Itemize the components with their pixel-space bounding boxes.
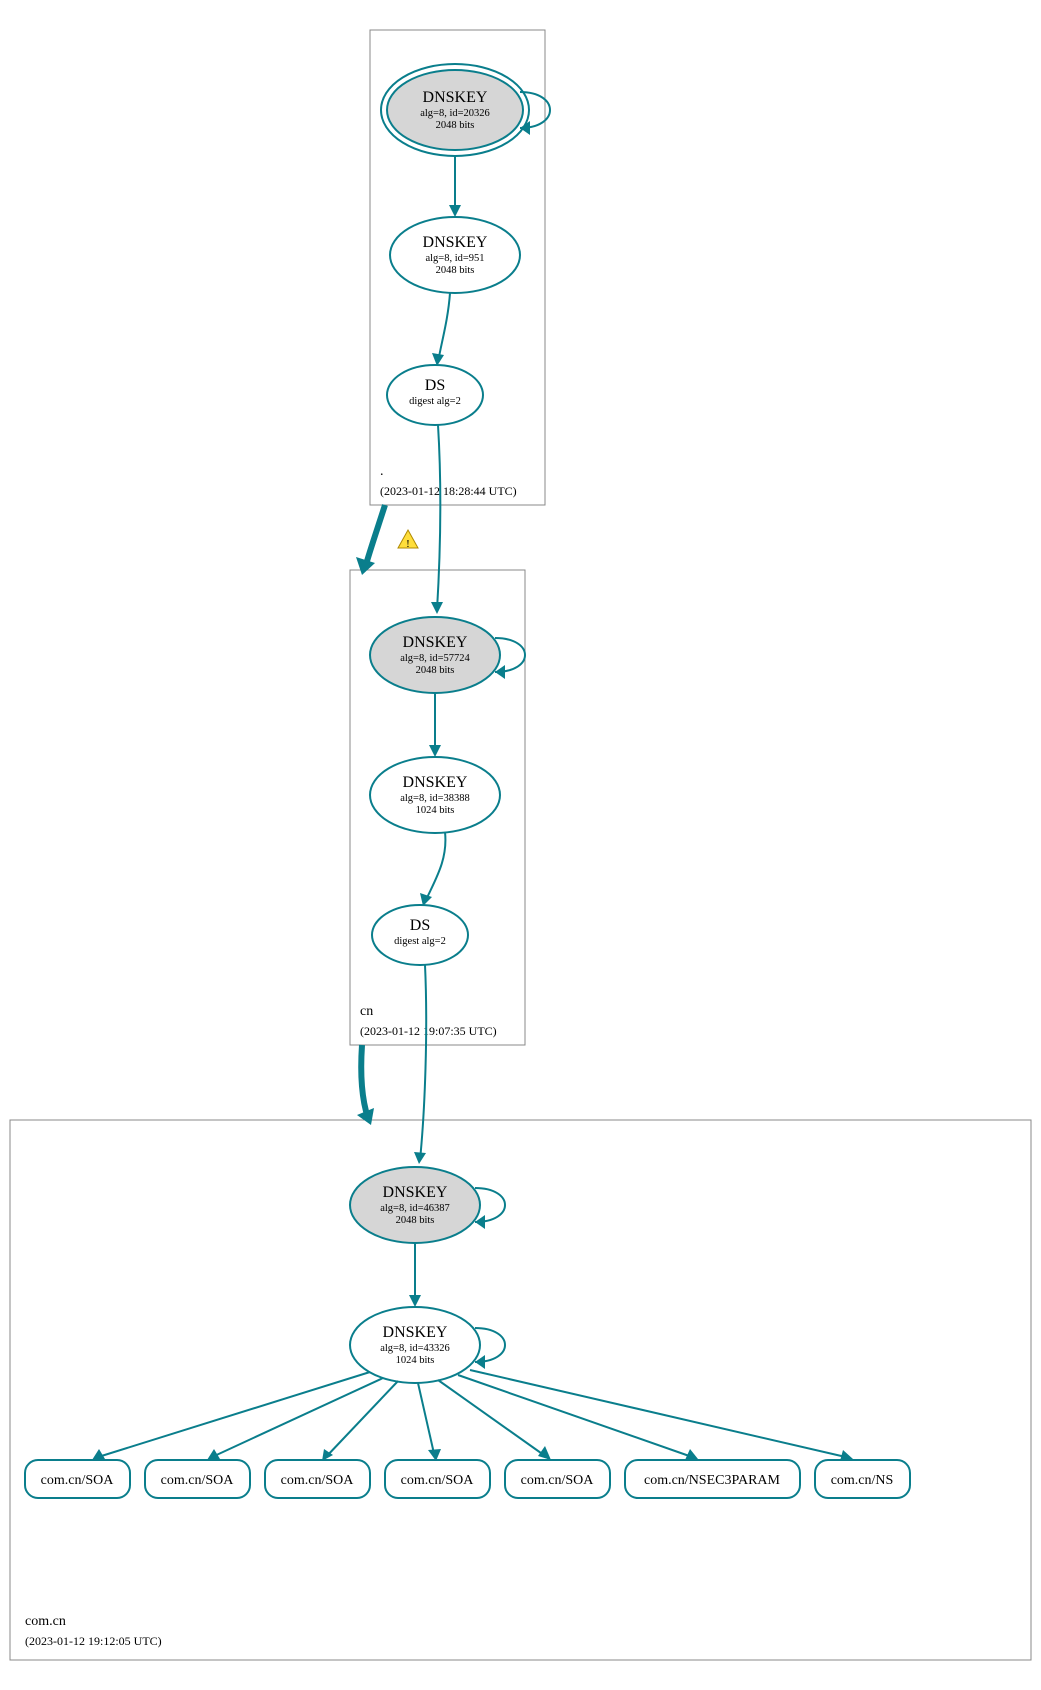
leaf-5: com.cn/NSEC3PARAM [625,1460,800,1498]
svg-text:DNSKEY: DNSKEY [383,1184,448,1201]
svg-text:com.cn/SOA: com.cn/SOA [41,1473,115,1488]
svg-text:DNSKEY: DNSKEY [403,634,468,651]
comcn-ksk-node: DNSKEY alg=8, id=46387 2048 bits [350,1167,480,1243]
root-ds-node: DS digest alg=2 [387,365,483,425]
svg-text:alg=8, id=46387: alg=8, id=46387 [380,1203,450,1214]
svg-text:com.cn/SOA: com.cn/SOA [161,1473,235,1488]
svg-text:alg=8, id=951: alg=8, id=951 [425,253,484,264]
svg-text:com.cn/SOA: com.cn/SOA [281,1473,355,1488]
svg-text:1024 bits: 1024 bits [396,1355,435,1366]
svg-text:!: ! [406,538,410,550]
leaf-2: com.cn/SOA [265,1460,370,1498]
leaf-1: com.cn/SOA [145,1460,250,1498]
svg-text:2048 bits: 2048 bits [416,665,455,676]
svg-text:DS: DS [410,917,430,934]
svg-text:alg=8, id=57724: alg=8, id=57724 [400,653,470,664]
svg-text:DNSKEY: DNSKEY [403,774,468,791]
root-zsk-node: DNSKEY alg=8, id=951 2048 bits [390,217,520,293]
svg-text:DNSKEY: DNSKEY [383,1324,448,1341]
svg-text:DNSKEY: DNSKEY [423,234,488,251]
svg-text:com.cn/NSEC3PARAM: com.cn/NSEC3PARAM [644,1473,781,1488]
leaf-6: com.cn/NS [815,1460,910,1498]
cn-ds-node: DS digest alg=2 [372,905,468,965]
svg-text:digest alg=2: digest alg=2 [409,396,461,407]
zone-ts-comcn: (2023-01-12 19:12:05 UTC) [25,1634,162,1648]
svg-text:2048 bits: 2048 bits [436,120,475,131]
edge-cn-to-comcn-deleg [361,1045,368,1118]
svg-text:2048 bits: 2048 bits [396,1215,435,1226]
svg-text:2048 bits: 2048 bits [436,265,475,276]
svg-text:DS: DS [425,377,445,394]
cn-zsk-node: DNSKEY alg=8, id=38388 1024 bits [370,757,500,833]
leaf-0: com.cn/SOA [25,1460,130,1498]
edge-root-to-cn-deleg [365,505,385,568]
edge-cn-ds-to-comcn-ksk [420,965,426,1160]
zone-label-root: . [380,464,384,479]
svg-text:alg=8, id=43326: alg=8, id=43326 [380,1343,450,1354]
svg-text:digest alg=2: digest alg=2 [394,936,446,947]
root-ksk-node: DNSKEY alg=8, id=20326 2048 bits [381,64,529,156]
leaf-3: com.cn/SOA [385,1460,490,1498]
edges-zsk-to-leaves [92,1370,853,1461]
svg-text:DNSKEY: DNSKEY [423,89,488,106]
warning-icon: ! [398,530,418,550]
edge-root-ds-to-cn-ksk [437,425,440,610]
edge-cn-zsk-ds [425,832,445,902]
zone-label-cn: cn [360,1004,373,1019]
svg-text:1024 bits: 1024 bits [416,805,455,816]
zone-box-comcn [10,1120,1031,1660]
svg-text:alg=8, id=38388: alg=8, id=38388 [400,793,470,804]
zone-ts-cn: (2023-01-12 19:07:35 UTC) [360,1024,497,1038]
edge-root-zsk-ds [438,293,450,362]
svg-text:alg=8, id=20326: alg=8, id=20326 [420,108,490,119]
svg-text:com.cn/SOA: com.cn/SOA [401,1473,475,1488]
svg-text:com.cn/NS: com.cn/NS [831,1473,894,1488]
svg-text:com.cn/SOA: com.cn/SOA [521,1473,595,1488]
zone-ts-root: (2023-01-12 18:28:44 UTC) [380,484,517,498]
leaf-4: com.cn/SOA [505,1460,610,1498]
zone-label-comcn: com.cn [25,1614,66,1629]
cn-ksk-node: DNSKEY alg=8, id=57724 2048 bits [370,617,500,693]
